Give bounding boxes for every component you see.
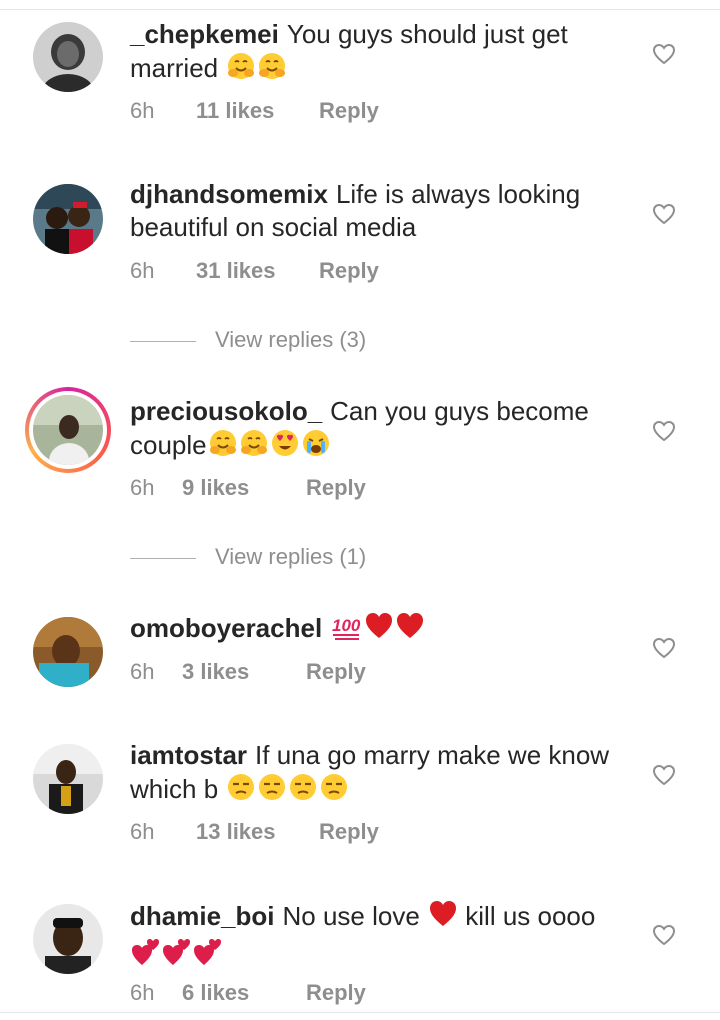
- hugging-face-icon: [226, 51, 256, 89]
- comment-likes[interactable]: 31 likes: [196, 257, 319, 285]
- hugging-face-icon: [208, 428, 238, 466]
- heart-outline-icon[interactable]: [652, 203, 676, 225]
- comment-time: 6h: [130, 819, 155, 844]
- unamused-face-icon: [319, 772, 349, 810]
- comment-likes[interactable]: 9 likes: [182, 474, 306, 502]
- comment-time: 6h: [130, 659, 155, 684]
- comment-username[interactable]: djhandsomemix: [130, 179, 328, 209]
- bottom-divider: [0, 1012, 720, 1013]
- unamused-face-icon: [226, 772, 256, 810]
- hugging-face-icon: [257, 51, 287, 89]
- heart-outline-icon[interactable]: [652, 420, 676, 442]
- comment-text: djhandsomemix Life is always looking beau…: [130, 178, 630, 244]
- hugging-face-icon: [239, 428, 269, 466]
- comment-username[interactable]: omoboyerachel: [130, 613, 322, 643]
- unamused-face-icon: [257, 772, 287, 810]
- two-hearts-icon: [193, 937, 223, 975]
- view-replies-button[interactable]: View replies (3): [130, 325, 366, 355]
- comment-meta: 6h 11 likes Reply: [130, 97, 379, 125]
- two-hearts-icon: [131, 937, 161, 975]
- top-divider: [0, 0, 720, 10]
- comment-text: iamtostar If una go marry make we know wh…: [130, 739, 630, 810]
- comment-time: 6h: [130, 98, 155, 123]
- comment-text: preciousokolo_ Can you guys become couple: [130, 395, 630, 466]
- reply-button[interactable]: Reply: [319, 97, 379, 125]
- view-replies-label[interactable]: View replies (1): [215, 544, 366, 569]
- comment-likes[interactable]: 13 likes: [196, 818, 319, 846]
- comment-username[interactable]: iamtostar: [130, 740, 247, 770]
- comment-time: 6h: [130, 980, 155, 1005]
- reply-button[interactable]: Reply: [306, 979, 366, 1007]
- comment-body: No use love: [282, 901, 420, 931]
- comment-body: kill us oooo: [465, 901, 596, 931]
- comment-likes[interactable]: 11 likes: [196, 97, 319, 125]
- unamused-face-icon: [288, 772, 318, 810]
- reply-button[interactable]: Reply: [319, 257, 379, 285]
- comment-time: 6h: [130, 475, 155, 500]
- avatar[interactable]: [33, 617, 103, 687]
- avatar[interactable]: [33, 184, 103, 254]
- avatar[interactable]: [33, 744, 103, 814]
- avatar[interactable]: [33, 904, 103, 974]
- reply-button[interactable]: Reply: [306, 474, 366, 502]
- crying-face-icon: [301, 428, 331, 466]
- comment-meta: 6h 31 likes Reply: [130, 257, 379, 285]
- heart-outline-icon[interactable]: [652, 764, 676, 786]
- red-heart-icon: [395, 611, 425, 649]
- red-heart-icon: [364, 611, 394, 649]
- avatar[interactable]: [33, 395, 103, 465]
- hundred-points-icon: 100: [331, 611, 363, 649]
- comment-text: _chepkemei You guys should just get marri…: [130, 18, 630, 89]
- view-replies-label[interactable]: View replies (3): [215, 327, 366, 352]
- divider-line: [130, 557, 196, 559]
- heart-outline-icon[interactable]: [652, 924, 676, 946]
- story-ring[interactable]: [25, 387, 111, 473]
- avatar[interactable]: [33, 22, 103, 92]
- reply-button[interactable]: Reply: [319, 818, 379, 846]
- heart-outline-icon[interactable]: [652, 637, 676, 659]
- comment-meta: 6h 9 likes Reply: [130, 474, 366, 502]
- comment-likes[interactable]: 3 likes: [182, 658, 306, 686]
- comment-text: dhamie_boi No use love kill us oooo: [130, 899, 630, 975]
- comment-username[interactable]: dhamie_boi: [130, 901, 274, 931]
- comment-time: 6h: [130, 258, 155, 283]
- comment-text: omoboyerachel 100: [130, 611, 630, 649]
- heart-outline-icon[interactable]: [652, 43, 676, 65]
- comment-meta: 6h 3 likes Reply: [130, 658, 366, 686]
- comment-username[interactable]: preciousokolo_: [130, 396, 322, 426]
- red-heart-icon: [428, 899, 458, 937]
- comment-username[interactable]: _chepkemei: [130, 19, 279, 49]
- two-hearts-icon: [162, 937, 192, 975]
- view-replies-button[interactable]: View replies (1): [130, 542, 366, 572]
- heart-eyes-icon: [270, 428, 300, 466]
- comment-meta: 6h 13 likes Reply: [130, 818, 379, 846]
- svg-text:100: 100: [332, 616, 361, 635]
- divider-line: [130, 340, 196, 342]
- comment-meta: 6h 6 likes Reply: [130, 979, 366, 1007]
- reply-button[interactable]: Reply: [306, 658, 366, 686]
- comment-likes[interactable]: 6 likes: [182, 979, 306, 1007]
